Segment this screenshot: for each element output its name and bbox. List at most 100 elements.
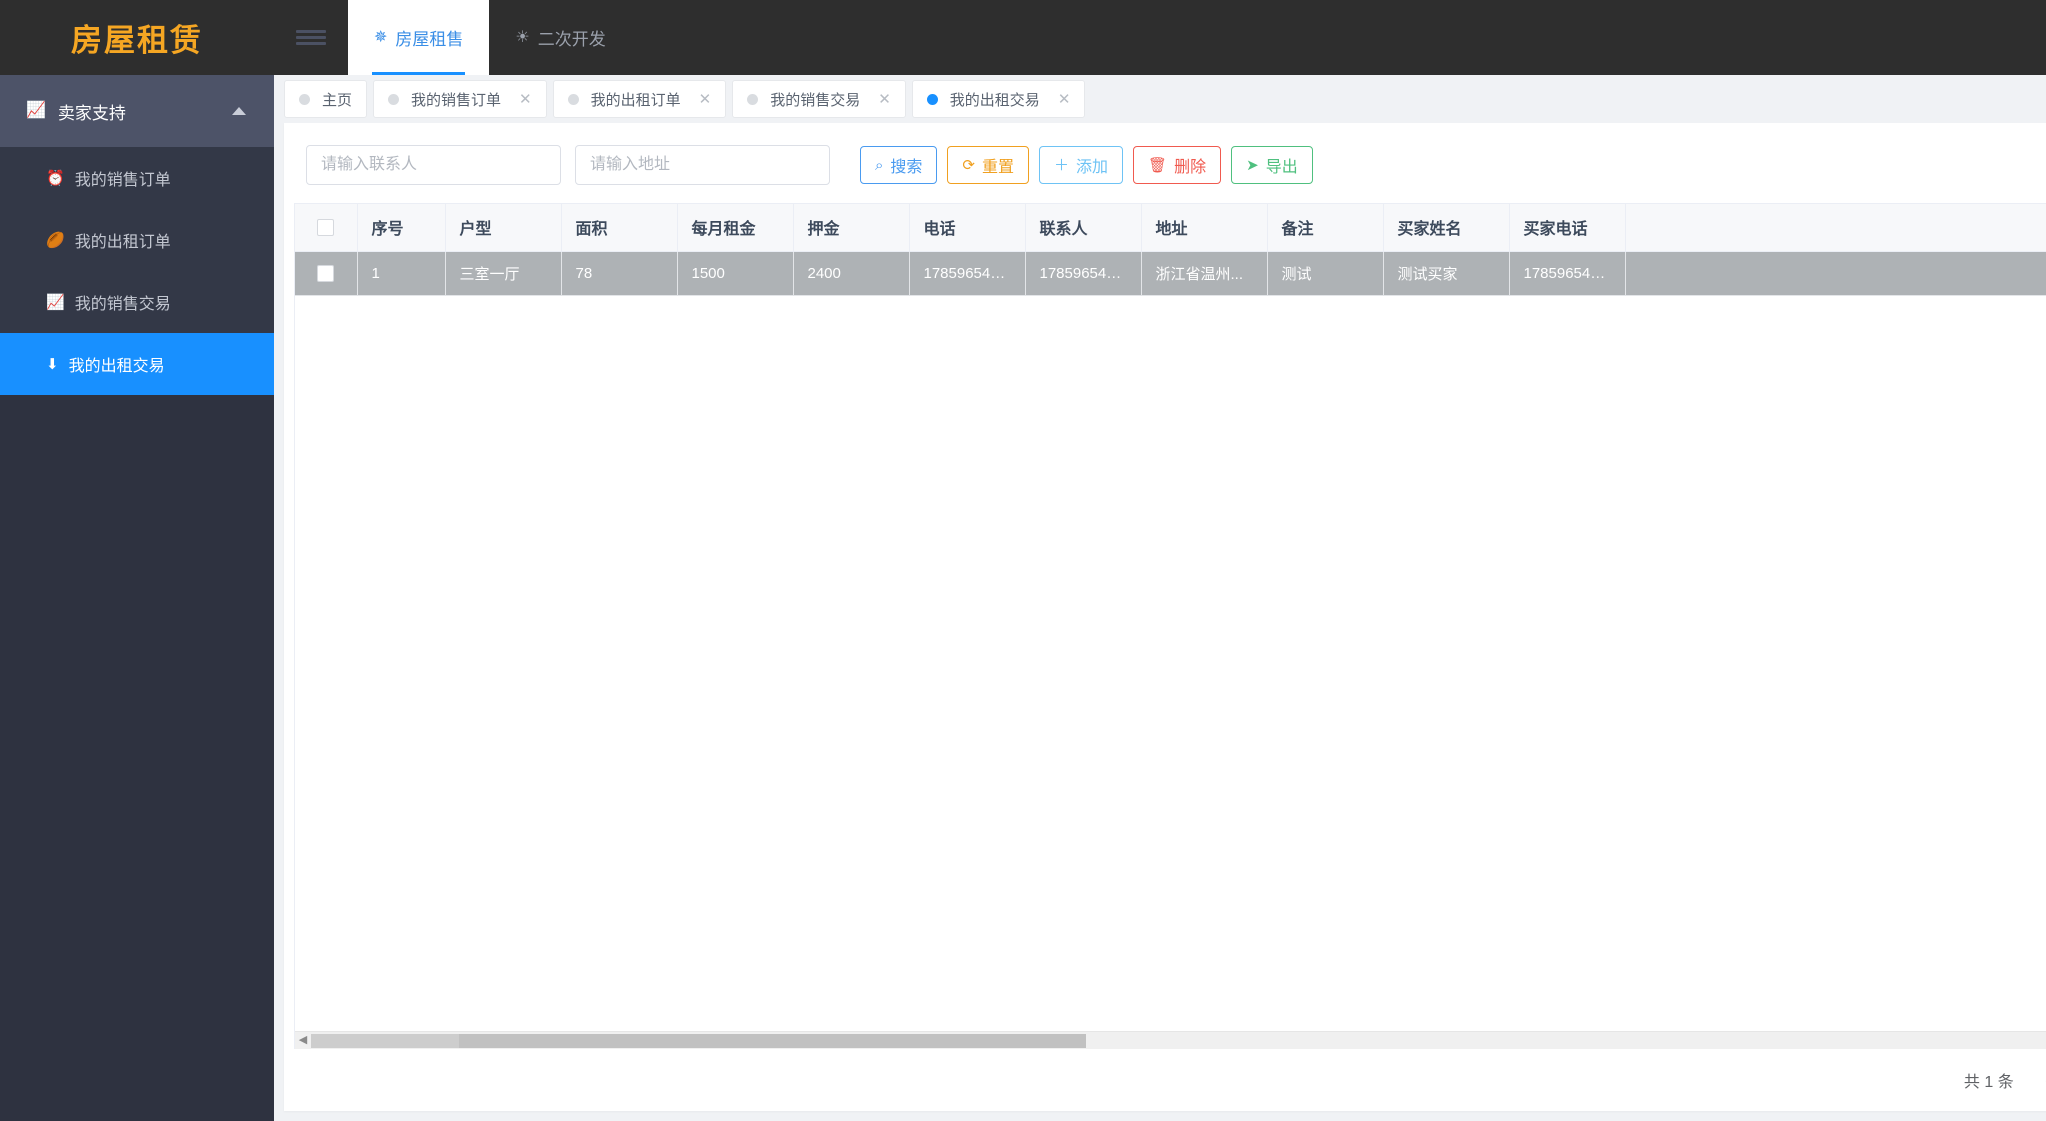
row-checkbox[interactable] bbox=[317, 264, 335, 282]
send-icon: ➤ bbox=[1246, 156, 1259, 174]
tab-status-dot bbox=[299, 93, 310, 105]
table-scroll-viewport: 序号 户型 面积 每月租金 押金 电话 联系人 地址 备注 买家姓名 买家电话 … bbox=[295, 204, 2046, 1031]
brand-title: 房屋租赁 bbox=[71, 23, 203, 59]
column-header-address[interactable]: 地址 bbox=[1141, 204, 1268, 252]
horizontal-scrollbar[interactable]: ◀ ▶ bbox=[295, 1031, 2046, 1049]
page-tab-label: 主页 bbox=[322, 91, 353, 109]
table-body: 1 三室一厅 78 1500 2400 17859654121 17859654… bbox=[295, 251, 2046, 296]
pagination: 共 1 条 ‹ 1 › 15条/页 跳至 页 bbox=[284, 1049, 2046, 1111]
page-tab-my-rental-transactions[interactable]: 我的出租交易 ✕ bbox=[911, 80, 1086, 118]
nav-tab-secondary-development[interactable]: ☀ 二次开发 bbox=[489, 0, 631, 75]
delete-button[interactable]: 🗑 删除 bbox=[1133, 146, 1222, 184]
table-header-row: 序号 户型 面积 每月租金 押金 电话 联系人 地址 备注 买家姓名 买家电话 bbox=[295, 204, 2046, 252]
refresh-icon: ⟳ bbox=[962, 156, 975, 174]
cell-seq: 1 bbox=[357, 251, 446, 296]
cell-remark: 测试 bbox=[1267, 251, 1384, 296]
search-icon: ⌕ bbox=[875, 156, 884, 174]
rental-transactions-table: 序号 户型 面积 每月租金 押金 电话 联系人 地址 备注 买家姓名 买家电话 … bbox=[295, 204, 2046, 296]
search-button[interactable]: ⌕ 搜索 bbox=[860, 146, 938, 184]
column-header-monthly-rent[interactable]: 每月租金 bbox=[677, 204, 794, 252]
page-tab-label: 我的出租交易 bbox=[949, 91, 1040, 109]
page-tab-label: 我的销售订单 bbox=[411, 91, 502, 109]
export-button[interactable]: ➤ 导出 bbox=[1231, 146, 1313, 184]
select-all-header bbox=[295, 204, 358, 252]
trash-icon: 🗑 bbox=[1148, 156, 1168, 174]
reset-button[interactable]: ⟳ 重置 bbox=[947, 146, 1030, 184]
column-header-area[interactable]: 面积 bbox=[561, 204, 678, 252]
page-tab-label: 我的销售交易 bbox=[770, 91, 861, 109]
search-contact-input[interactable] bbox=[306, 145, 561, 185]
alarm-clock-icon: ⏰ bbox=[46, 169, 65, 187]
cell-buyer-phone: 17859654125 bbox=[1509, 251, 1626, 296]
column-header-buyer-name[interactable]: 买家姓名 bbox=[1383, 204, 1510, 252]
hamburger-icon[interactable] bbox=[274, 0, 348, 75]
topbar-nav-tabs: ✵ 房屋租售 ☀ 二次开发 bbox=[348, 0, 632, 75]
cell-area: 78 bbox=[561, 251, 678, 296]
content-wrapper: ⌕ 搜索 ⟳ 重置 ＋ 添加 🗑 删除 bbox=[274, 123, 2046, 1121]
sidebar-item-my-sales-transactions[interactable]: 📈 我的销售交易 bbox=[0, 271, 274, 333]
chart-icon: 📈 bbox=[46, 293, 65, 311]
sidebar-group-label: 卖家支持 bbox=[57, 103, 126, 123]
scroll-left-icon[interactable]: ◀ bbox=[295, 1035, 311, 1046]
column-header-seq[interactable]: 序号 bbox=[357, 204, 446, 252]
column-header-contact[interactable]: 联系人 bbox=[1025, 204, 1142, 252]
table-head: 序号 户型 面积 每月租金 押金 电话 联系人 地址 备注 买家姓名 买家电话 bbox=[295, 204, 2046, 252]
lightbulb-icon: ☀ bbox=[515, 28, 530, 46]
tab-status-dot bbox=[747, 93, 759, 105]
chevron-up-icon bbox=[232, 107, 246, 115]
close-icon[interactable]: ✕ bbox=[878, 92, 891, 107]
main-area: ✵ 房屋租售 ☀ 二次开发 ⛶ 🔒 测试卖家 bbox=[274, 0, 2046, 1121]
column-header-phone[interactable]: 电话 bbox=[909, 204, 1026, 252]
table-row[interactable]: 1 三室一厅 78 1500 2400 17859654121 17859654… bbox=[295, 251, 2046, 296]
column-header-buyer-phone[interactable]: 买家电话 bbox=[1509, 204, 1626, 252]
column-header-layout[interactable]: 户型 bbox=[445, 204, 562, 252]
search-address-input[interactable] bbox=[575, 145, 830, 185]
tab-status-dot bbox=[567, 93, 579, 105]
tab-status-dot bbox=[926, 93, 938, 105]
globe-icon: ✵ bbox=[374, 28, 388, 46]
scrollbar-track[interactable] bbox=[311, 1032, 2046, 1049]
delete-button-label: 删除 bbox=[1174, 159, 1207, 176]
total-count-label: 共 1 条 bbox=[1963, 1074, 2014, 1091]
sidebar-item-my-rental-orders[interactable]: 🏉 我的出租订单 bbox=[0, 209, 274, 271]
cell-buyer-name: 测试买家 bbox=[1383, 251, 1510, 296]
row-select-cell bbox=[295, 251, 358, 296]
sidebar-item-label: 我的销售交易 bbox=[74, 296, 171, 313]
sidebar-filler bbox=[0, 395, 274, 1121]
page-tab-my-sales-transactions[interactable]: 我的销售交易 ✕ bbox=[732, 80, 906, 118]
column-header-deposit[interactable]: 押金 bbox=[793, 204, 910, 252]
page-tab-my-rental-orders[interactable]: 我的出租订单 ✕ bbox=[552, 80, 727, 118]
column-header-remark[interactable]: 备注 bbox=[1267, 204, 1384, 252]
page-tabstrip: 主页 我的销售订单 ✕ 我的出租订单 ✕ 我的销售交易 ✕ 我的出租交易 ✕ bbox=[274, 75, 2046, 123]
sidebar-item-my-rental-transactions[interactable]: ⬇ 我的出租交易 bbox=[0, 333, 274, 395]
close-icon[interactable]: ✕ bbox=[519, 92, 532, 107]
close-icon[interactable]: ✕ bbox=[1058, 92, 1071, 107]
data-table: 序号 户型 面积 每月租金 押金 电话 联系人 地址 备注 买家姓名 买家电话 … bbox=[294, 203, 2046, 1049]
nav-tab-label: 房屋租售 bbox=[395, 30, 464, 49]
prev-page-button[interactable]: ‹ bbox=[2034, 1072, 2046, 1089]
brand-logo: 房屋租赁 bbox=[0, 0, 274, 75]
add-button-label: 添加 bbox=[1076, 159, 1109, 176]
rugby-ball-icon: 🏉 bbox=[46, 231, 65, 249]
plus-icon: ＋ bbox=[1054, 156, 1070, 174]
sidebar-item-label: 我的销售订单 bbox=[74, 172, 171, 189]
cell-contact: 17859654121 bbox=[1025, 251, 1142, 296]
select-all-checkbox[interactable] bbox=[317, 218, 335, 236]
page-tab-home[interactable]: 主页 bbox=[284, 80, 368, 118]
cell-deposit: 2400 bbox=[793, 251, 910, 296]
nav-tab-house-rental-sale[interactable]: ✵ 房屋租售 bbox=[348, 0, 490, 75]
close-icon[interactable]: ✕ bbox=[699, 92, 712, 107]
download-box-icon: ⬇ bbox=[46, 355, 59, 373]
export-button-label: 导出 bbox=[1265, 159, 1298, 176]
add-button[interactable]: ＋ 添加 bbox=[1039, 146, 1124, 184]
page-tab-label: 我的出租订单 bbox=[590, 91, 681, 109]
topbar: ✵ 房屋租售 ☀ 二次开发 ⛶ 🔒 测试卖家 bbox=[274, 0, 2046, 75]
sidebar-item-my-sales-orders[interactable]: ⏰ 我的销售订单 bbox=[0, 147, 274, 209]
content-card: ⌕ 搜索 ⟳ 重置 ＋ 添加 🗑 删除 bbox=[284, 123, 2046, 1111]
chart-icon: 📈 bbox=[26, 102, 46, 119]
cell-spacer bbox=[1625, 251, 2046, 296]
sidebar-group-seller-support[interactable]: 📈 卖家支持 bbox=[0, 75, 274, 147]
scrollbar-thumb[interactable] bbox=[311, 1033, 1086, 1048]
page-tab-my-sales-orders[interactable]: 我的销售订单 ✕ bbox=[373, 80, 547, 118]
reset-button-label: 重置 bbox=[982, 159, 1015, 176]
